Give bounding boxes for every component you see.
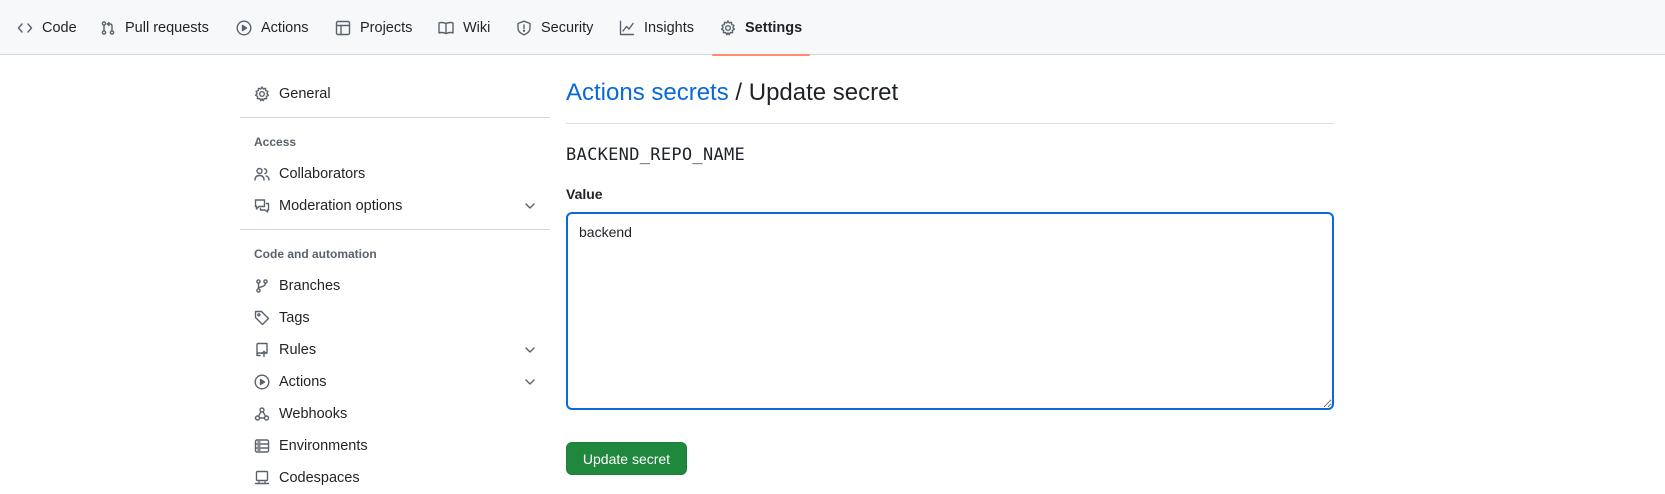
sidebar-item-label: Moderation options <box>279 198 403 214</box>
sidebar-item-tags[interactable]: Tags <box>240 302 550 334</box>
secret-name: BACKEND_REPO_NAME <box>566 145 746 165</box>
tab-label: Security <box>541 19 594 36</box>
graph-icon <box>619 20 635 36</box>
webhook-icon <box>254 406 270 422</box>
secret-value-textarea[interactable] <box>566 212 1334 410</box>
sidebar-heading-access: Access <box>254 135 297 149</box>
tab-code[interactable]: Code <box>17 0 77 55</box>
sidebar-item-moderation-options[interactable]: Moderation options <box>240 190 550 222</box>
sidebar-item-collaborators[interactable]: Collaborators <box>240 158 550 190</box>
sidebar-divider <box>240 229 550 230</box>
table-icon <box>335 20 351 36</box>
sidebar-item-label: General <box>279 86 331 102</box>
code-icon <box>17 20 33 36</box>
chevron-down-icon[interactable] <box>522 374 538 390</box>
tab-projects[interactable]: Projects <box>335 0 412 55</box>
repo-nav: Code Pull requests Actions Projects Wiki… <box>0 0 1665 56</box>
gear-icon <box>254 86 270 102</box>
sidebar-item-actions[interactable]: Actions <box>240 366 550 398</box>
sidebar-item-rules[interactable]: Rules <box>240 334 550 366</box>
sidebar-item-environments[interactable]: Environments <box>240 430 550 462</box>
shield-icon <box>516 20 532 36</box>
git-branch-icon <box>254 278 270 294</box>
git-pull-request-icon <box>100 20 116 36</box>
tab-label: Code <box>42 19 77 36</box>
server-icon <box>254 438 270 454</box>
breadcrumb-separator: / <box>728 79 749 106</box>
tab-insights[interactable]: Insights <box>619 0 694 55</box>
play-circle-icon <box>236 19 252 36</box>
tab-pull-requests[interactable]: Pull requests <box>100 0 209 55</box>
tab-label: Pull requests <box>125 19 209 36</box>
sidebar-item-label: Actions <box>279 374 327 390</box>
update-secret-button[interactable]: Update secret <box>566 442 687 475</box>
sidebar-item-webhooks[interactable]: Webhooks <box>240 398 550 430</box>
tab-label: Settings <box>745 19 803 36</box>
page-title-text: Update secret <box>748 79 899 106</box>
tab-label: Insights <box>644 19 694 36</box>
breadcrumb-actions-secrets-link[interactable]: Actions secrets <box>566 79 729 106</box>
gear-icon <box>720 19 736 36</box>
sidebar-item-label: Collaborators <box>279 166 366 182</box>
tab-label: Projects <box>360 19 413 36</box>
sidebar-item-label: Tags <box>279 310 310 326</box>
sidebar-item-general[interactable]: General <box>240 78 550 110</box>
chevron-down-icon[interactable] <box>522 342 538 358</box>
page-title: Actions secrets / Update secret <box>566 79 898 107</box>
sidebar-item-label: Webhooks <box>279 406 348 422</box>
tab-settings[interactable]: Settings <box>711 0 811 56</box>
value-label: Value <box>566 186 603 202</box>
sidebar-item-label: Environments <box>279 438 368 454</box>
chevron-down-icon[interactable] <box>522 198 538 214</box>
tab-label: Actions <box>261 19 309 36</box>
repo-push-icon <box>254 342 270 358</box>
title-divider <box>566 123 1334 124</box>
people-icon <box>254 166 270 182</box>
sidebar-heading-code-automation: Code and automation <box>254 247 377 261</box>
tab-wiki[interactable]: Wiki <box>438 0 490 55</box>
tab-actions[interactable]: Actions <box>236 0 309 55</box>
tab-security[interactable]: Security <box>516 0 593 55</box>
sidebar-item-branches[interactable]: Branches <box>240 270 550 302</box>
sidebar-item-label: Branches <box>279 278 341 294</box>
book-icon <box>438 20 454 36</box>
settings-sidebar: General Access Collaborators Moderation … <box>240 55 550 486</box>
tag-icon <box>254 310 270 326</box>
sidebar-item-label: Rules <box>279 342 317 358</box>
tab-label: Wiki <box>463 19 491 36</box>
play-circle-icon <box>254 374 270 390</box>
comment-discussion-icon <box>254 198 270 214</box>
sidebar-divider <box>240 117 550 118</box>
sidebar-item-codespaces[interactable]: Codespaces <box>240 462 550 494</box>
